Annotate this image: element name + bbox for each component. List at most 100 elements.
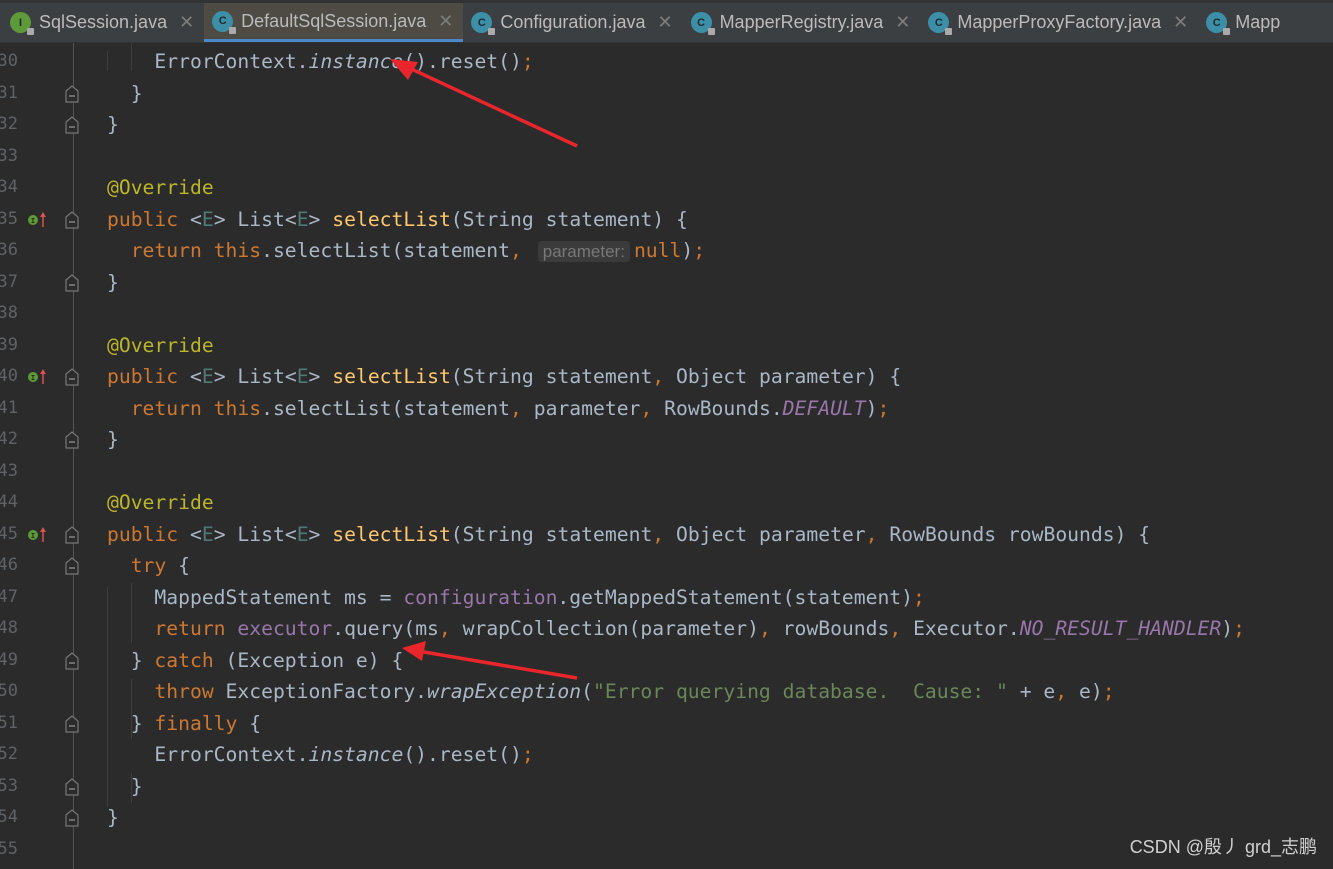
code-token: + e [1007,680,1056,703]
line-number: 53 [0,775,18,796]
code-token: e) [1078,680,1103,703]
code-text: public <E> List<E> selectList(String sta… [107,361,901,393]
code-line: 51 } finally { [0,708,1333,740]
code-text: } catch (Exception e) { [107,645,404,677]
fold-icon[interactable] [65,714,79,733]
tab-mapperproxyfactory-java[interactable]: C MapperProxyFactory.java ✕ [920,3,1198,42]
implements-method-icon[interactable]: I [27,210,47,230]
watermark: CSDN @殷丿 grd_志鹏 [1129,837,1317,857]
fold-icon[interactable] [65,809,79,827]
code-token: ; [877,396,890,420]
implements-method-icon[interactable]: I [27,367,47,387]
code-token: , [640,396,665,420]
tab-sqlsession-java[interactable]: I SqlSession.java ✕ [0,3,204,42]
fold-icon[interactable] [65,651,79,670]
fold-icon[interactable] [65,210,79,229]
code-text: ErrorContext.instance().reset(); [107,46,533,78]
line-number: 41 [0,397,18,418]
code-token: , [510,239,534,262]
code-line: 46 try { [0,550,1333,582]
code-token: } [107,270,119,294]
line-number: 37 [0,271,18,292]
line-number: 54 [0,807,18,827]
code-text: @Override [107,330,214,362]
class-icon: C [928,12,953,35]
code-token: DEFAULT [782,396,866,420]
fold-icon[interactable] [65,368,79,386]
tab-configuration-java[interactable]: C Configuration.java ✕ [463,3,682,42]
code-token: Object parameter [676,522,866,546]
fold-icon[interactable] [65,116,79,134]
line-number: 34 [0,177,18,197]
code-token: , [652,522,677,546]
close-icon[interactable]: ✕ [438,11,453,32]
code-token: "Error querying database. Cause: " [592,680,1008,703]
code-token: parameter [533,396,641,420]
close-icon[interactable]: ✕ [1173,12,1188,33]
parameter-hint: parameter: [537,241,630,262]
code-token: (String statement [450,365,653,388]
code-token: Object parameter) { [676,365,902,388]
code-text: return this.selectList(statement, parame… [107,235,705,268]
class-icon: C [690,12,715,35]
fold-icon[interactable] [65,525,79,544]
tab-defaultsqlsession-java[interactable]: C DefaultSqlSession.java ✕ [204,3,464,42]
code-line: 33 [0,141,1333,173]
fold-icon[interactable] [65,777,79,796]
fold-icon[interactable] [65,84,79,103]
code-line: 52 ErrorContext.instance().reset(); [0,739,1333,771]
svg-text:I: I [31,532,35,540]
code-token: ExceptionFactory. [225,680,428,703]
line-number: 40 [0,366,18,386]
code-token: @Override [107,491,214,514]
tab-mapperregistry-java[interactable]: C MapperRegistry.java ✕ [683,3,921,42]
code-token: ().reset() [403,743,522,766]
close-icon[interactable]: ✕ [657,12,672,33]
fold-icon[interactable] [65,431,79,449]
line-number: 48 [0,618,18,638]
tab-label: MapperRegistry.java [719,12,884,32]
code-token: < [189,365,202,388]
line-number: 33 [0,145,18,166]
code-text: } [107,771,143,803]
code-token: finally [154,711,250,735]
code-text: ErrorContext.instance().reset(); [107,739,533,771]
code-token: , [889,617,914,640]
code-token: { [249,711,262,735]
line-number: 30 [0,51,18,71]
code-line: 35 Ipublic <E> List<E> selectList(String … [0,204,1333,236]
line-number: 35 [0,208,18,229]
code-token: public [107,522,190,546]
code-text: throw ExceptionFactory.wrapException("Er… [107,676,1114,708]
code-editor[interactable]: 30 ErrorContext.instance().reset(); 31 } 3… [0,43,1333,869]
code-token: E [201,365,214,388]
implements-method-icon[interactable]: I [27,525,47,545]
tab-label: SqlSession.java [39,12,168,32]
fold-icon[interactable] [65,557,79,575]
code-line: 50 throw ExceptionFactory.wrapException(… [0,676,1333,708]
close-icon[interactable]: ✕ [895,12,910,33]
code-token: (String statement) { [450,207,688,231]
code-token: ErrorContext. [107,50,309,73]
code-token: configuration [403,585,558,609]
line-number: 36 [0,240,18,260]
code-line: 49 } catch (Exception e) { [0,645,1333,677]
line-number: 43 [0,460,18,481]
code-token: selectList [332,365,451,388]
code-token: wrapCollection(parameter) [462,617,759,640]
line-number: 39 [0,334,18,355]
code-token: RowBounds. [664,396,783,420]
line-number: 44 [0,492,18,512]
code-token: try [107,554,179,577]
line-number: 38 [0,303,18,323]
fold-icon[interactable] [65,273,79,292]
code-token: return [107,617,238,640]
code-token: ) [681,239,694,262]
code-token: > List< [213,207,297,231]
code-token: Executor. [913,617,1020,640]
code-text: return this.selectList(statement, parame… [107,393,890,425]
tab-mapp[interactable]: C Mapp [1198,3,1290,42]
close-icon[interactable]: ✕ [179,12,194,33]
code-token: NO_RESULT_HANDLER [1019,617,1222,640]
code-line: 47 MappedStatement ms = configuration.ge… [0,582,1333,614]
